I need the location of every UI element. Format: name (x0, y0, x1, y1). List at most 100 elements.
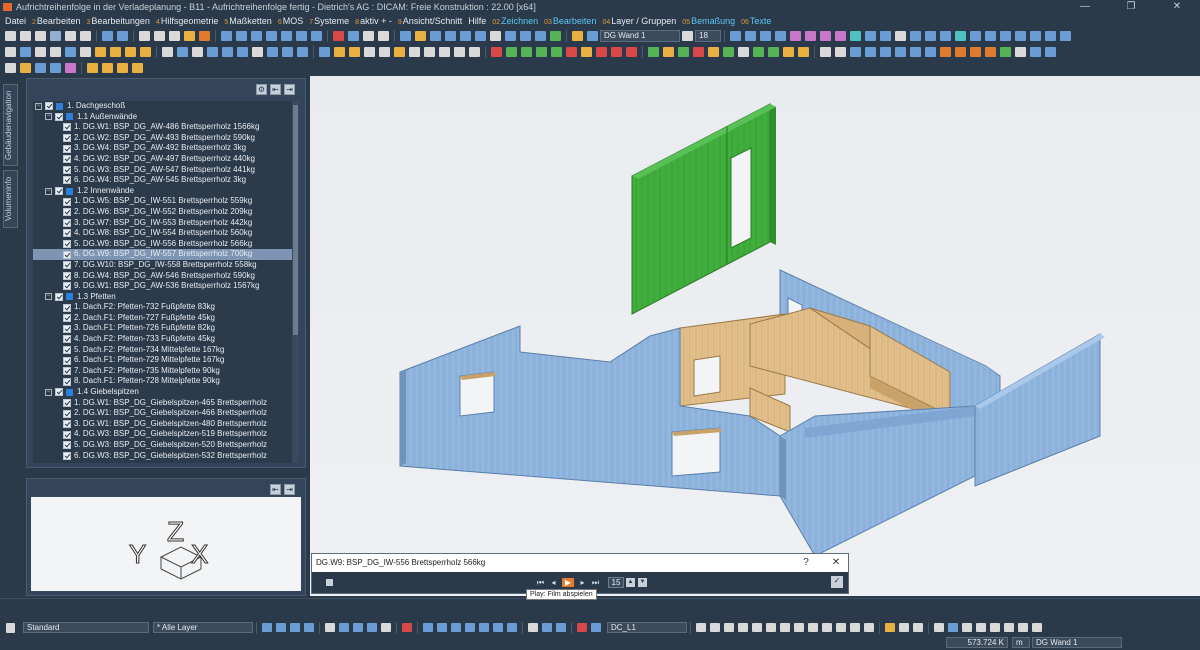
tree-element-row[interactable]: 5. DG.W9: BSP_DG_IW-556 Brettsperrholz 5… (33, 239, 293, 250)
tool-icon[interactable] (985, 31, 996, 41)
tool-icon[interactable] (551, 47, 562, 57)
tool-icon[interactable] (535, 31, 546, 41)
visibility-checkbox[interactable] (63, 345, 71, 354)
menu-item[interactable]: 02Zeichnen (489, 16, 541, 26)
tool-icon[interactable] (199, 31, 210, 41)
help-button[interactable]: ? (798, 554, 814, 572)
tool-icon[interactable] (835, 47, 846, 57)
layer-select[interactable]: DG Wand 1 (600, 30, 680, 42)
collapse-icon[interactable]: − (45, 388, 52, 396)
tool-icon[interactable] (505, 31, 516, 41)
tool-icon[interactable] (102, 31, 113, 41)
tool-icon[interactable] (290, 623, 300, 632)
tool-icon[interactable] (475, 31, 486, 41)
tool-icon[interactable] (542, 623, 552, 632)
stop-button[interactable] (326, 579, 333, 586)
tool-icon[interactable] (117, 31, 128, 41)
collapse-icon[interactable]: − (35, 102, 42, 110)
tree-element-row[interactable]: 8. DG.W4: BSP_DG_AW-546 Brettsperrholz 5… (33, 271, 293, 282)
menu-item[interactable]: 03Bearbeiten (541, 16, 599, 26)
tool-icon[interactable] (364, 47, 375, 57)
tool-icon[interactable] (556, 623, 566, 632)
scrollbar-thumb[interactable] (293, 105, 298, 335)
tool-icon[interactable] (1000, 31, 1011, 41)
tool-icon[interactable] (760, 31, 771, 41)
visibility-checkbox[interactable] (63, 250, 71, 259)
tool-icon[interactable] (87, 63, 98, 73)
tool-icon[interactable] (276, 623, 286, 632)
tool-icon[interactable] (895, 31, 906, 41)
tree-group-node[interactable]: − 1.2 Innenwände (33, 186, 293, 197)
tool-icon[interactable] (400, 31, 411, 41)
menu-item[interactable]: 8aktiv + - (352, 16, 395, 26)
close-player-button[interactable]: ✕ (828, 554, 844, 572)
tool-icon[interactable] (222, 47, 233, 57)
tool-icon[interactable] (955, 47, 966, 57)
minimize-button[interactable]: — (1062, 0, 1108, 14)
model-viewport[interactable] (310, 76, 1200, 596)
visibility-checkbox[interactable] (63, 324, 71, 333)
visibility-checkbox[interactable] (63, 240, 71, 249)
visibility-checkbox[interactable] (63, 377, 71, 386)
tree-element-row[interactable]: 7. Dach.F2: Pfetten-735 Mittelpfette 90k… (33, 366, 293, 377)
tool-icon[interactable] (1045, 47, 1056, 57)
tool-icon[interactable] (550, 31, 561, 41)
tool-icon[interactable] (577, 623, 587, 632)
tool-icon[interactable] (297, 47, 308, 57)
visibility-checkbox[interactable] (63, 282, 71, 291)
tool-icon[interactable] (490, 31, 501, 41)
visibility-checkbox[interactable] (55, 187, 63, 196)
tool-icon[interactable] (423, 623, 433, 632)
collapse-icon[interactable]: − (45, 187, 52, 195)
tool-icon[interactable] (207, 47, 218, 57)
tool-icon[interactable] (95, 47, 106, 57)
tool-icon[interactable] (693, 47, 704, 57)
tool-icon[interactable] (925, 31, 936, 41)
tool-icon[interactable] (506, 47, 517, 57)
tool-icon[interactable] (251, 31, 262, 41)
tree-element-row[interactable]: 4. DG.W3: BSP_DG_Giebelspitzen-519 Brett… (33, 429, 293, 440)
size-select[interactable]: 18 (695, 30, 721, 42)
tool-icon[interactable] (794, 623, 804, 632)
maximize-button[interactable]: ❐ (1108, 0, 1154, 14)
tool-icon[interactable] (766, 623, 776, 632)
tool-icon[interactable] (184, 31, 195, 41)
tool-icon[interactable] (865, 47, 876, 57)
tool-icon[interactable] (125, 47, 136, 57)
tool-icon[interactable] (708, 47, 719, 57)
tool-icon[interactable] (970, 31, 981, 41)
new-icon[interactable] (6, 622, 15, 633)
tree-element-row[interactable]: 6. DG.W4: BSP_DG_AW-545 Brettsperrholz 3… (33, 175, 293, 186)
tool-icon[interactable] (236, 31, 247, 41)
tool-icon[interactable] (65, 31, 76, 41)
tool-icon[interactable] (738, 47, 749, 57)
tool-icon[interactable] (724, 623, 734, 632)
tool-icon[interactable] (591, 623, 601, 632)
tool-icon[interactable] (783, 47, 794, 57)
menu-item[interactable]: 04Layer / Gruppen (599, 16, 679, 26)
tool-icon[interactable] (587, 31, 598, 41)
tool-icon[interactable] (80, 47, 91, 57)
visibility-checkbox[interactable] (63, 451, 71, 460)
menu-item[interactable]: 7Systeme (306, 16, 352, 26)
tool-icon[interactable] (1030, 47, 1041, 57)
tool-icon[interactable] (962, 623, 972, 632)
tool-icon[interactable] (663, 47, 674, 57)
tool-icon[interactable] (491, 47, 502, 57)
tool-icon[interactable] (1060, 31, 1071, 41)
tool-icon[interactable] (948, 623, 958, 632)
tool-icon[interactable] (281, 31, 292, 41)
tool-icon[interactable] (35, 63, 46, 73)
tool-icon[interactable] (885, 623, 895, 632)
tool-icon[interactable] (536, 47, 547, 57)
tree-element-row[interactable]: 2. DG.W2: BSP_DG_AW-493 Brettsperrholz 5… (33, 133, 293, 144)
tool-icon[interactable] (682, 31, 693, 41)
tool-icon[interactable] (820, 31, 831, 41)
tool-icon[interactable] (985, 47, 996, 57)
tool-icon[interactable] (50, 31, 61, 41)
tree-element-row[interactable]: 5. DG.W3: BSP_DG_AW-547 Brettsperrholz 4… (33, 165, 293, 176)
tree-element-row[interactable]: 2. Dach.F1: Pfetten-727 Fußpfette 45kg (33, 313, 293, 324)
visibility-checkbox[interactable] (55, 292, 63, 301)
tool-icon[interactable] (910, 47, 921, 57)
tool-icon[interactable] (899, 623, 909, 632)
